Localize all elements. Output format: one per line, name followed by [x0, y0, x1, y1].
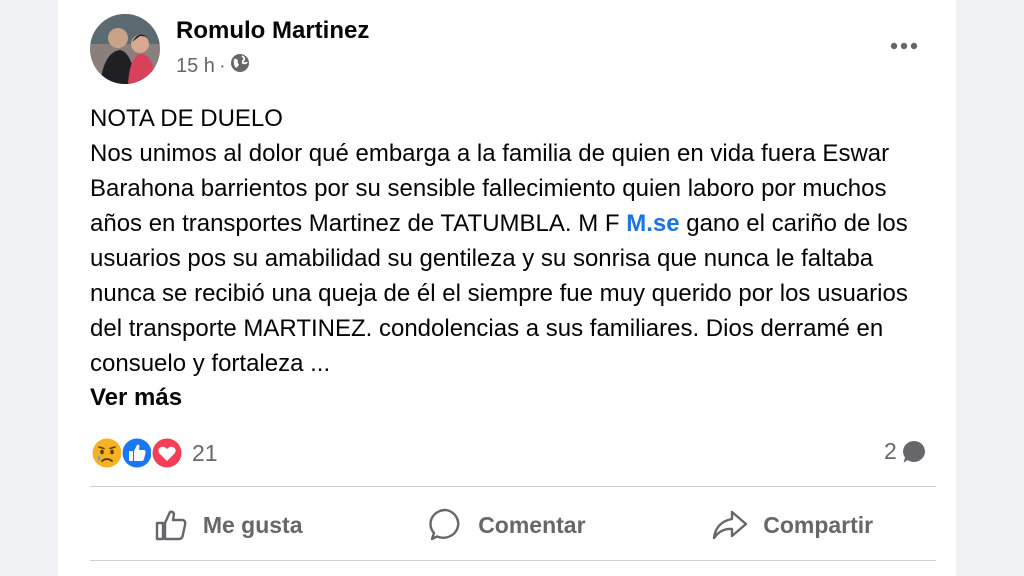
- actions-divider-top: [90, 486, 936, 487]
- avatar[interactable]: [90, 14, 160, 84]
- like-button-label: Me gusta: [202, 511, 303, 538]
- comment-count-link[interactable]: 2: [884, 438, 927, 465]
- like-button[interactable]: Me gusta: [133, 499, 323, 551]
- globe-icon: [230, 53, 250, 79]
- see-more-link[interactable]: Ver más: [90, 384, 182, 412]
- comment-bubble-icon: [902, 440, 925, 463]
- share-button-label: Compartir: [763, 511, 874, 538]
- comment-icon: [429, 508, 460, 541]
- post-body: Nos unimos al dolor qué embarga a la fam…: [90, 136, 940, 381]
- post-meta: 15 h ·: [176, 53, 250, 79]
- post-time[interactable]: 15 h: [176, 55, 215, 78]
- comment-count: 2: [884, 438, 897, 464]
- post-text: NOTA DE DUELO Nos unimos al dolor qué em…: [90, 101, 940, 381]
- reaction-count: 21: [192, 439, 218, 466]
- post-card: Romulo Martinez 15 h · NOTA DE DUELO Nos…: [58, 0, 956, 576]
- share-button[interactable]: Compartir: [691, 499, 893, 551]
- mention-link[interactable]: M.se: [626, 210, 679, 237]
- love-reaction-icon: [151, 437, 183, 469]
- post-actions-bar: Me gusta Comentar Compartir: [90, 490, 936, 560]
- profile-photo: [90, 14, 160, 84]
- more-horizontal-icon: [890, 42, 918, 50]
- share-icon: [713, 510, 748, 540]
- reactions-summary[interactable]: 21: [90, 436, 218, 470]
- author-name[interactable]: Romulo Martinez: [176, 17, 369, 45]
- meta-separator: ·: [218, 54, 226, 77]
- sad-reaction-icon: [91, 437, 123, 469]
- thumbs-up-icon: [155, 510, 187, 541]
- post-heading: NOTA DE DUELO: [90, 105, 283, 132]
- comment-button[interactable]: Comentar: [408, 499, 605, 551]
- actions-divider-bottom: [90, 560, 936, 561]
- more-options-button[interactable]: [884, 26, 924, 66]
- like-reaction-icon: [121, 437, 153, 469]
- comment-button-label: Comentar: [478, 511, 586, 538]
